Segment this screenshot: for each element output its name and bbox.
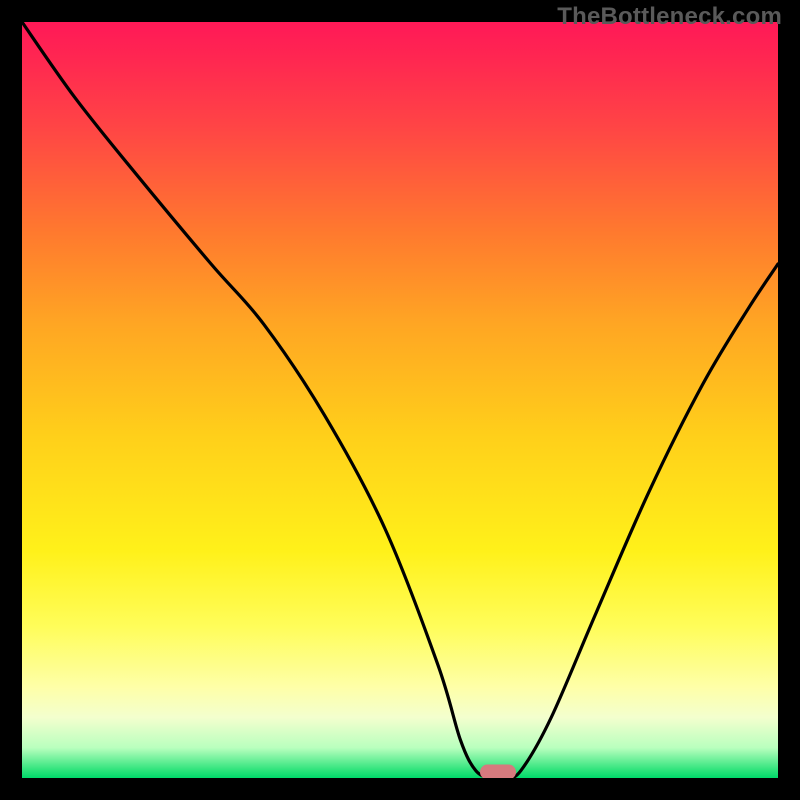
chart-frame: TheBottleneck.com	[0, 0, 800, 800]
watermark-text: TheBottleneck.com	[557, 3, 782, 31]
optimal-marker	[480, 764, 516, 778]
bottleneck-curve	[22, 22, 778, 778]
plot-area	[22, 22, 778, 778]
